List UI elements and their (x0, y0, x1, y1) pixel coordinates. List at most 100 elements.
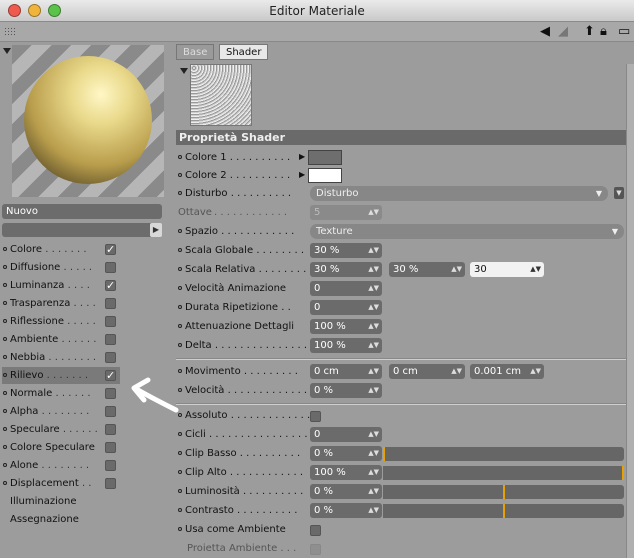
channel-normale[interactable]: Normale . . . . . . (2, 385, 120, 402)
channel-alpha[interactable]: Alpha . . . . . . . . (2, 403, 120, 420)
stepper-icon[interactable]: ▲▼ (368, 243, 379, 258)
channel-riflessione-checkbox[interactable] (105, 316, 116, 327)
scrollbar[interactable] (626, 64, 634, 558)
clip-basso-field[interactable]: 0 % ▲▼ (310, 446, 382, 461)
movimento-z-field[interactable]: 0.001 cm ▲▼ (470, 364, 544, 379)
slider-arrow-icon[interactable]: ▶ (150, 223, 162, 237)
attenuazione-dettagli-field[interactable]: 100 % ▲▼ (310, 319, 382, 334)
channel-colore-speculare[interactable]: Colore Speculare (2, 439, 120, 456)
velocita-field[interactable]: 0 % ▲▼ (310, 383, 382, 398)
material-name-field[interactable]: Nuovo (2, 204, 162, 219)
stepper-icon[interactable]: ▲▼ (368, 427, 379, 442)
velocita-animazione-field[interactable]: 0 ▲▼ (310, 281, 382, 296)
contrasto-slider-handle[interactable] (502, 504, 505, 518)
stepper-icon[interactable]: ▲▼ (530, 262, 541, 277)
disturbo-menu-icon[interactable]: ▼ (614, 187, 624, 199)
scala-globale-field[interactable]: 30 % ▲▼ (310, 243, 382, 258)
channel-diffusione-checkbox[interactable] (105, 262, 116, 273)
durata-ripetizione-field[interactable]: 0 ▲▼ (310, 300, 382, 315)
new-window-icon[interactable]: ▭ (618, 24, 630, 40)
clip-alto-slider-handle[interactable] (622, 466, 624, 480)
channel-alone[interactable]: Alone . . . . . . . . (2, 457, 120, 474)
channel-luminanza-checkbox[interactable] (105, 277, 116, 294)
channel-alone-checkbox[interactable] (105, 460, 116, 471)
channel-displacement[interactable]: Displacement . . (2, 475, 120, 492)
expand-arrow-icon[interactable]: ▶ (299, 152, 305, 161)
clip-alto-field[interactable]: 100 % ▲▼ (310, 465, 382, 480)
assoluto-checkbox[interactable] (310, 411, 321, 422)
scala-relativa-y-field[interactable]: 30 % ▲▼ (389, 262, 465, 277)
channel-displacement-checkbox[interactable] (105, 478, 116, 489)
channel-nebbia-checkbox[interactable] (105, 352, 116, 363)
stepper-icon[interactable]: ▲▼ (368, 281, 379, 296)
channel-speculare-checkbox[interactable] (105, 424, 116, 435)
luminosita-field[interactable]: 0 % ▲▼ (310, 484, 382, 499)
shader-thumbnail[interactable] (190, 64, 252, 126)
channel-riflessione[interactable]: Riflessione . . . . . (2, 313, 120, 330)
item-assegnazione[interactable]: Assegnazione (10, 514, 79, 525)
channel-trasparenza-checkbox[interactable] (105, 298, 116, 309)
tab-shader[interactable]: Shader (219, 44, 269, 60)
stepper-icon[interactable]: ▲▼ (368, 319, 379, 334)
material-preview[interactable] (12, 45, 164, 197)
param-colore2: Colore 2 . . . . . . . . . . ▶ (178, 167, 628, 185)
luminosita-slider-handle[interactable] (502, 485, 505, 499)
stepper-icon[interactable]: ▲▼ (368, 364, 379, 379)
channel-nebbia[interactable]: Nebbia . . . . . . . . (2, 349, 120, 366)
item-illuminazione[interactable]: Illuminazione (10, 496, 76, 507)
preview-slider[interactable]: ▶ (2, 223, 162, 237)
stepper-icon[interactable]: ▲▼ (368, 262, 379, 277)
channel-luminanza[interactable]: Luminanza . . . . (2, 277, 120, 294)
tab-base[interactable]: Base (176, 44, 215, 60)
stepper-icon[interactable]: ▲▼ (451, 364, 462, 379)
channel-rilievo[interactable]: Rilievo . . . . . . . (2, 367, 120, 384)
contrasto-slider[interactable] (383, 504, 624, 518)
stepper-icon[interactable]: ▲▼ (368, 465, 379, 480)
shader-menu-triangle-icon[interactable] (180, 68, 188, 74)
luminosita-slider[interactable] (383, 485, 624, 499)
lock-icon[interactable]: 🔒︎ (600, 24, 607, 40)
channel-colore[interactable]: Colore . . . . . . . (2, 241, 120, 258)
stepper-icon[interactable]: ▲▼ (451, 262, 462, 277)
grip-icon[interactable] (4, 27, 16, 37)
movimento-y-field[interactable]: 0 cm ▲▼ (389, 364, 465, 379)
usa-come-ambiente-checkbox[interactable] (310, 525, 321, 536)
channel-alpha-checkbox[interactable] (105, 406, 116, 417)
channel-ambiente[interactable]: Ambiente . . . . . . (2, 331, 120, 348)
stepper-icon[interactable]: ▲▼ (368, 338, 379, 353)
colore1-swatch[interactable] (308, 150, 342, 165)
cicli-field[interactable]: 0 ▲▼ (310, 427, 382, 442)
channel-colore-speculare-checkbox[interactable] (105, 442, 116, 453)
preview-menu-triangle-icon[interactable] (3, 48, 11, 54)
up-arrow-icon[interactable]: ⬆ (584, 24, 595, 40)
colore2-swatch[interactable] (308, 168, 342, 183)
contrasto-field[interactable]: 0 % ▲▼ (310, 503, 382, 518)
channel-trasparenza[interactable]: Trasparenza . . . . (2, 295, 120, 312)
channel-colore-checkbox[interactable] (105, 241, 116, 258)
scala-relativa-x-field[interactable]: 30 % ▲▼ (310, 262, 382, 277)
param-usa-come-ambiente: Usa come Ambiente (178, 521, 628, 539)
delta-field[interactable]: 100 % ▲▼ (310, 338, 382, 353)
scala-relativa-z-field[interactable]: 30 ▲▼ (470, 262, 544, 277)
channel-rilievo-checkbox[interactable] (105, 367, 116, 384)
channel-diffusione[interactable]: Diffusione . . . . . (2, 259, 120, 276)
stepper-icon[interactable]: ▲▼ (368, 383, 379, 398)
clip-basso-slider[interactable] (383, 447, 624, 461)
dot-icon (3, 372, 7, 377)
disturbo-dropdown[interactable]: Disturbo ▼ (310, 186, 608, 201)
clip-alto-slider[interactable] (383, 466, 624, 480)
channel-normale-checkbox[interactable] (105, 388, 116, 399)
movimento-x-field[interactable]: 0 cm ▲▼ (310, 364, 382, 379)
stepper-icon[interactable]: ▲▼ (368, 484, 379, 499)
stepper-icon[interactable]: ▲▼ (368, 300, 379, 315)
channel-ambiente-checkbox[interactable] (105, 334, 116, 345)
expand-arrow-icon[interactable]: ▶ (299, 170, 305, 179)
forward-arrow-icon[interactable]: ◢ (558, 24, 568, 40)
stepper-icon[interactable]: ▲▼ (368, 503, 379, 518)
stepper-icon[interactable]: ▲▼ (368, 446, 379, 461)
channel-speculare[interactable]: Speculare . . . . . . (2, 421, 120, 438)
back-arrow-icon[interactable]: ◀ (540, 24, 550, 40)
clip-basso-slider-handle[interactable] (383, 447, 385, 461)
spazio-dropdown[interactable]: Texture ▼ (310, 224, 624, 239)
stepper-icon[interactable]: ▲▼ (530, 364, 541, 379)
